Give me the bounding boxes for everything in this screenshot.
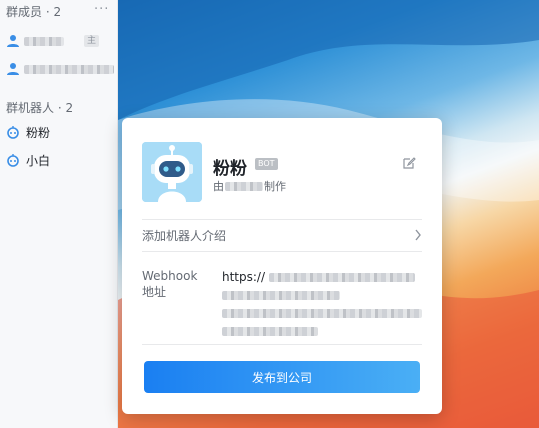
bot-badge: BOT [255, 158, 278, 170]
webhook-url-prefix: https:// [222, 270, 266, 284]
bot-name: 小白 [26, 153, 51, 168]
bots-section-title: 群机器人 · 2 [6, 101, 74, 115]
chevron-right-icon [415, 229, 421, 241]
group-sidebar: 群成员 · 2 ··· 主 群机器人 · 2 粉粉 小白 [0, 0, 118, 428]
webhook-url-redacted [222, 290, 340, 300]
bot-item-xiaobai[interactable]: 小白 [6, 152, 50, 168]
more-options-icon[interactable]: ··· [94, 2, 109, 17]
divider [142, 344, 422, 345]
bot-profile-card: 粉粉 BOT 由 制作 添加机器人介绍 Webhook 地址 https:// [122, 118, 442, 414]
robot-avatar-icon [142, 142, 202, 202]
person-icon [7, 35, 19, 47]
bot-item-fenfen[interactable]: 粉粉 [6, 124, 50, 140]
creator-suffix: 制作 [264, 180, 286, 193]
bot-avatar [142, 142, 202, 202]
webhook-url-redacted [222, 326, 318, 336]
add-bot-intro-row[interactable]: 添加机器人介绍 [142, 220, 422, 250]
creator-name-redacted [225, 181, 263, 191]
divider [142, 251, 422, 252]
member-item[interactable]: 主 [6, 33, 100, 49]
webhook-url[interactable]: https:// [222, 269, 422, 339]
creator-prefix: 由 [213, 180, 224, 193]
bot-name: 粉粉 [26, 125, 51, 140]
webhook-label: Webhook 地址 [142, 269, 198, 299]
bot-icon [7, 154, 19, 167]
edit-icon[interactable] [402, 156, 416, 170]
webhook-url-redacted [269, 272, 416, 282]
member-item[interactable] [6, 61, 114, 77]
member-tag: 主 [84, 35, 100, 47]
bot-creator: 由 制作 [213, 178, 286, 194]
bot-title: 粉粉 [213, 159, 247, 179]
member-name-redacted [24, 36, 64, 46]
member-name-redacted [24, 64, 114, 74]
webhook-url-redacted [222, 308, 422, 318]
publish-to-company-button[interactable]: 发布到公司 [144, 361, 420, 393]
bot-icon [7, 126, 19, 139]
members-section-title: 群成员 · 2 [6, 5, 62, 19]
person-icon [7, 63, 19, 75]
add-bot-intro-label: 添加机器人介绍 [142, 228, 227, 243]
